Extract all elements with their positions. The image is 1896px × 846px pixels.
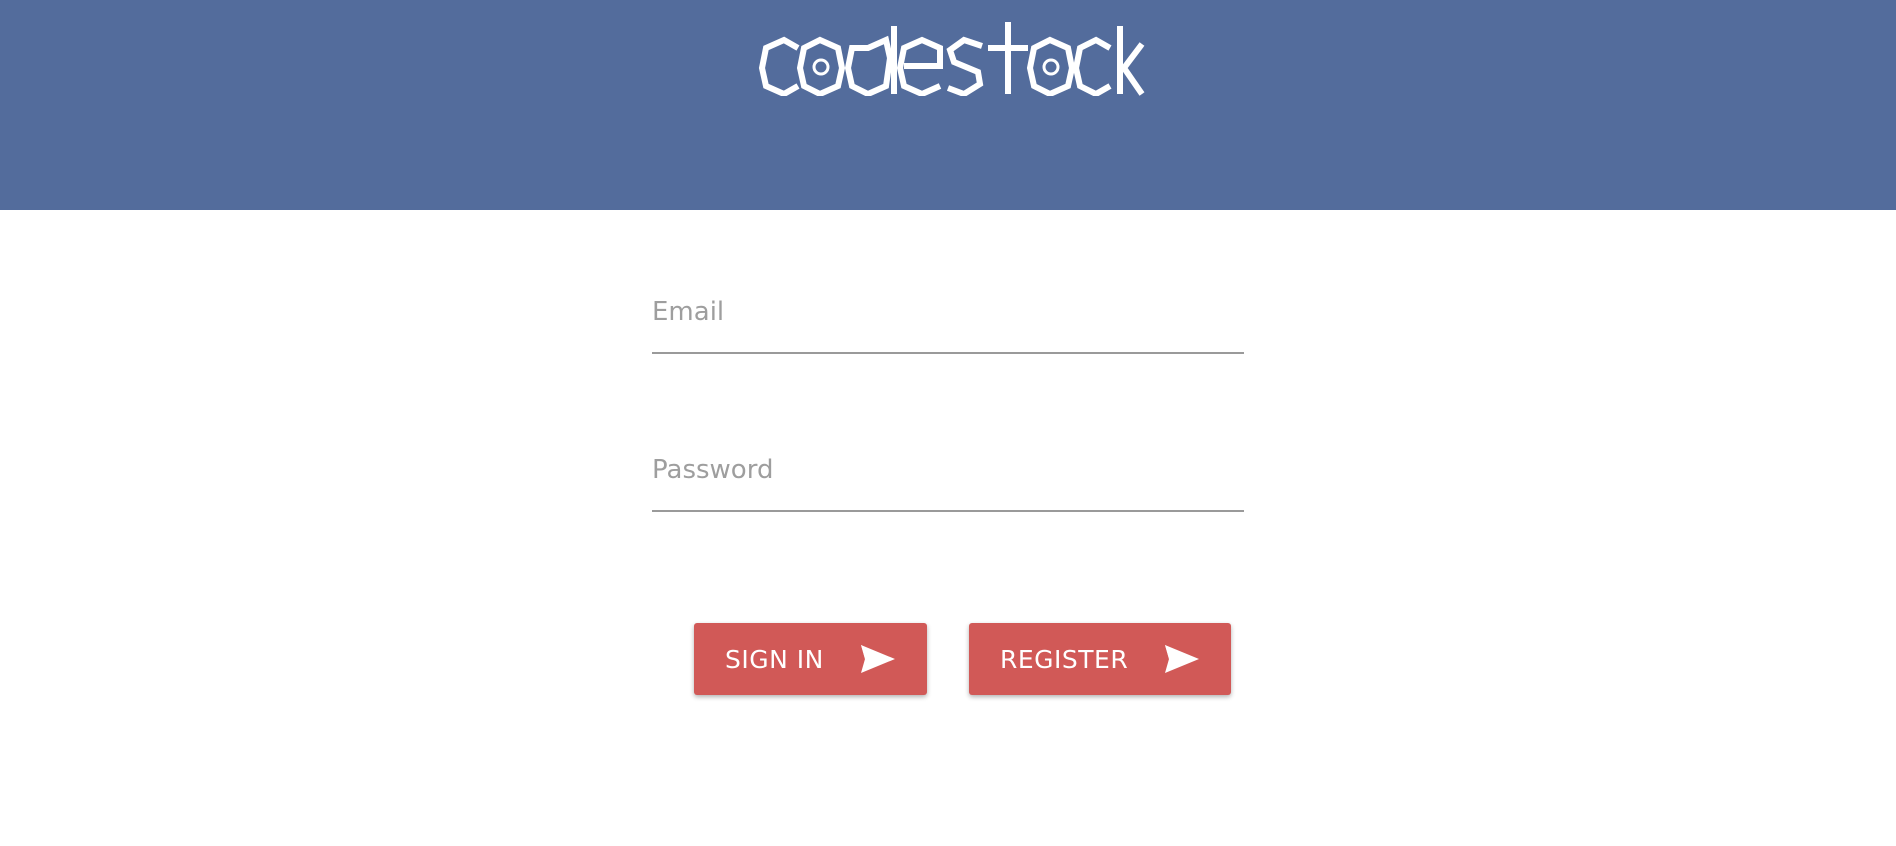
send-icon bbox=[861, 645, 895, 673]
register-button[interactable]: REGISTER bbox=[969, 623, 1231, 695]
password-input[interactable] bbox=[652, 448, 1244, 492]
email-field-container bbox=[652, 280, 1244, 354]
header-bar: codestock bbox=[0, 0, 1896, 210]
password-field-container bbox=[652, 438, 1244, 512]
sign-in-button[interactable]: SIGN IN bbox=[694, 623, 927, 695]
send-icon bbox=[1165, 645, 1199, 673]
codestock-logo: codestock bbox=[758, 22, 1145, 96]
sign-in-label: SIGN IN bbox=[725, 644, 824, 674]
email-input[interactable] bbox=[652, 290, 1244, 334]
register-label: REGISTER bbox=[1000, 644, 1129, 674]
